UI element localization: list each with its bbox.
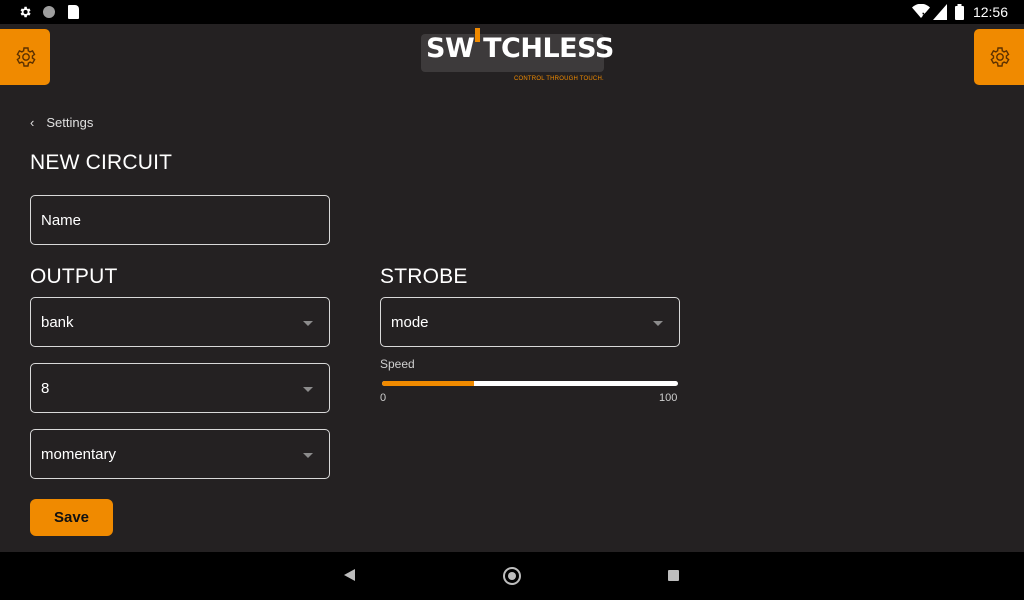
back-icon[interactable] xyxy=(344,569,355,581)
app-logo: SW TCHLESS xyxy=(421,28,614,72)
gear-icon xyxy=(20,6,31,18)
breadcrumb-label: Settings xyxy=(46,115,94,130)
clock: 12:56 xyxy=(972,4,1008,20)
speed-min-label: 0 xyxy=(380,392,387,404)
chevron-left-icon: ‹ xyxy=(30,115,35,130)
breadcrumb[interactable]: ‹ Settings xyxy=(30,115,93,130)
page-title: NEW CIRCUIT xyxy=(30,151,173,174)
output-number-select[interactable]: 8 xyxy=(30,363,330,413)
gear-icon xyxy=(16,47,36,67)
name-placeholder: Name xyxy=(41,211,82,229)
left-settings-button[interactable] xyxy=(0,29,50,85)
output-heading: OUTPUT xyxy=(30,265,118,288)
dropdown-arrow-icon xyxy=(303,387,313,392)
recent-apps-icon[interactable] xyxy=(668,570,679,581)
signal-icon xyxy=(933,4,947,20)
dropdown-arrow-icon xyxy=(303,453,313,458)
dropdown-arrow-icon xyxy=(303,321,313,326)
output-number-value: 8 xyxy=(41,379,50,397)
wifi-icon xyxy=(912,4,930,18)
strobe-mode-value: mode xyxy=(391,313,429,331)
speed-label: Speed xyxy=(380,357,415,371)
strobe-mode-select[interactable]: mode xyxy=(380,297,680,347)
logo-text: SW TCHLESS xyxy=(426,33,614,64)
speed-slider[interactable] xyxy=(382,381,678,386)
speed-max-label: 100 xyxy=(659,392,678,404)
circle-icon xyxy=(43,6,55,18)
bank-select[interactable]: bank xyxy=(30,297,330,347)
bank-select-value: bank xyxy=(41,313,74,331)
save-button[interactable]: Save xyxy=(30,499,113,536)
home-icon[interactable] xyxy=(503,567,521,585)
sd-card-icon xyxy=(68,5,79,19)
output-type-select[interactable]: momentary xyxy=(30,429,330,479)
battery-icon xyxy=(955,4,964,20)
right-settings-button[interactable] xyxy=(974,29,1024,85)
gear-icon xyxy=(990,47,1010,67)
logo-tagline: CONTROL THROUGH TOUCH. xyxy=(514,76,604,82)
navigation-bar xyxy=(0,552,1024,600)
status-bar: 12:56 xyxy=(0,0,1024,24)
strobe-heading: STROBE xyxy=(380,265,468,288)
name-input[interactable]: Name xyxy=(30,195,330,245)
dropdown-arrow-icon xyxy=(653,321,663,326)
speed-slider-fill xyxy=(382,381,474,386)
output-type-value: momentary xyxy=(41,445,117,463)
